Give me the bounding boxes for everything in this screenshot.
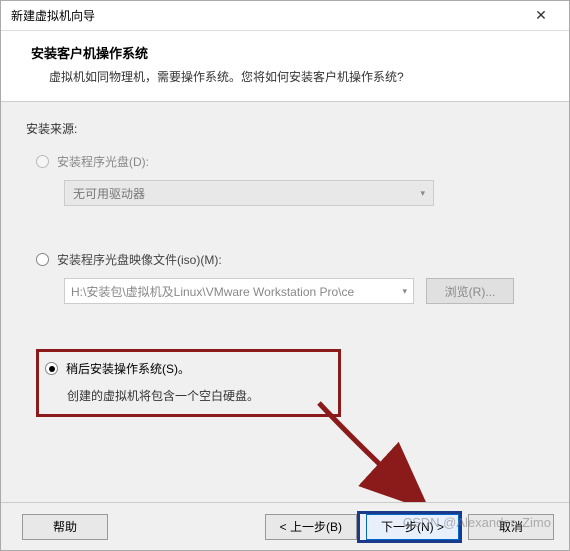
radio-selected-icon (45, 362, 58, 375)
page-title: 安装客户机操作系统 (31, 43, 549, 62)
option-later-desc: 创建的虚拟机将包含一个空白硬盘。 (67, 387, 328, 404)
browse-label: 浏览(R)... (445, 283, 496, 300)
window-title: 新建虚拟机向导 (11, 7, 95, 24)
wizard-header: 安装客户机操作系统 虚拟机如同物理机，需要操作系统。您将如何安装客户机操作系统? (1, 31, 569, 102)
radio-label-later: 稍后安装操作系统(S)。 (66, 360, 190, 377)
cancel-label: 取消 (499, 518, 523, 535)
next-button[interactable]: 下一步(N) > (366, 514, 459, 540)
help-label: 帮助 (53, 518, 77, 535)
cancel-button[interactable]: 取消 (468, 514, 554, 540)
selected-option-highlight: 稍后安装操作系统(S)。 创建的虚拟机将包含一个空白硬盘。 (36, 349, 341, 417)
radio-option-disc[interactable]: 安装程序光盘(D): (36, 153, 544, 170)
next-label: 下一步(N) > (381, 518, 444, 535)
wizard-footer: 帮助 < 上一步(B) 下一步(N) > 取消 (1, 502, 569, 550)
radio-option-later[interactable]: 稍后安装操作系统(S)。 (45, 360, 328, 377)
radio-label-iso: 安装程序光盘映像文件(iso)(M): (57, 251, 222, 268)
page-subtitle: 虚拟机如同物理机，需要操作系统。您将如何安装客户机操作系统? (31, 68, 549, 85)
install-source-label: 安装来源: (26, 120, 544, 137)
dropdown-text: 无可用驱动器 (73, 185, 145, 202)
browse-button: 浏览(R)... (426, 278, 514, 304)
wizard-dialog: 新建虚拟机向导 ✕ 安装客户机操作系统 虚拟机如同物理机，需要操作系统。您将如何… (0, 0, 570, 551)
chevron-down-icon: ▾ (420, 188, 425, 199)
radio-option-iso[interactable]: 安装程序光盘映像文件(iso)(M): (36, 251, 544, 268)
close-icon: ✕ (535, 7, 547, 24)
radio-label-disc: 安装程序光盘(D): (57, 153, 149, 170)
radio-icon (36, 253, 49, 266)
next-button-highlight: 下一步(N) > (357, 511, 462, 543)
iso-path-input[interactable]: H:\安装包\虚拟机及Linux\VMware Workstation Pro\… (64, 278, 414, 304)
radio-icon (36, 155, 49, 168)
chevron-down-icon: ▾ (402, 286, 407, 297)
help-button[interactable]: 帮助 (22, 514, 108, 540)
iso-input-row: H:\安装包\虚拟机及Linux\VMware Workstation Pro\… (64, 278, 544, 304)
iso-path-text: H:\安装包\虚拟机及Linux\VMware Workstation Pro\… (71, 283, 354, 300)
option-group: 安装程序光盘(D): 无可用驱动器 ▾ 安装程序光盘映像文件(iso)(M): … (36, 153, 544, 417)
close-button[interactable]: ✕ (521, 2, 561, 30)
titlebar: 新建虚拟机向导 ✕ (1, 1, 569, 31)
back-button[interactable]: < 上一步(B) (265, 514, 357, 540)
disc-drive-dropdown: 无可用驱动器 ▾ (64, 180, 434, 206)
wizard-content: 安装来源: 安装程序光盘(D): 无可用驱动器 ▾ 安装程序光盘映像文件(iso… (1, 102, 569, 427)
back-label: < 上一步(B) (280, 518, 342, 535)
